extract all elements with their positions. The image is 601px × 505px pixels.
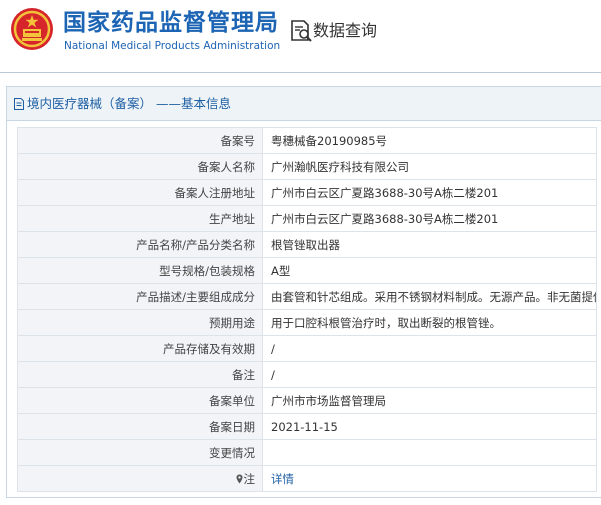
info-table: 备案号 粤穗械备20190985号 备案人名称 广州瀚帆医疗科技有限公司 备案人…: [17, 127, 597, 492]
table-row: 备案日期 2021-11-15: [17, 413, 597, 440]
field-label: 生产地址: [17, 205, 263, 232]
document-icon: [14, 98, 24, 110]
table-row: 型号规格/包装规格 A型: [17, 257, 597, 284]
field-value: /: [262, 335, 597, 362]
table-row: 变更情况: [17, 439, 597, 466]
field-value: 用于口腔科根管治疗时，取出断裂的根管锉。: [262, 309, 597, 336]
field-value: 根管锉取出器: [262, 231, 597, 258]
agency-name-en: National Medical Products Administration: [64, 40, 281, 52]
field-label: 备案号: [17, 127, 263, 154]
table-row: 备案号 粤穗械备20190985号: [17, 127, 597, 154]
table-row: 预期用途 用于口腔科根管治疗时，取出断裂的根管锉。: [17, 309, 597, 336]
field-label: 预期用途: [17, 309, 263, 336]
national-emblem-icon: [11, 8, 53, 50]
field-value: 广州市白云区广夏路3688-30号A栋二楼201: [262, 205, 597, 232]
table-row: 备案人注册地址 广州市白云区广夏路3688-30号A栋二楼201: [17, 179, 597, 206]
document-search-icon: [291, 20, 312, 42]
agency-name-cn: 国家药品监督管理局: [63, 10, 279, 36]
field-label: 产品存储及有效期: [17, 335, 263, 362]
field-label: 备注: [17, 361, 263, 388]
pin-icon: [236, 474, 242, 483]
field-value: 广州瀚帆医疗科技有限公司: [262, 153, 597, 180]
field-label: 变更情况: [17, 439, 263, 466]
field-value: /: [262, 361, 597, 388]
field-label: 备案日期: [17, 413, 263, 440]
table-row: 备案人名称 广州瀚帆医疗科技有限公司: [17, 153, 597, 180]
page-title: 数据查询: [313, 21, 378, 40]
field-value: [262, 439, 597, 466]
note-label: 注: [243, 471, 256, 486]
detail-panel: 境内医疗器械（备案） ——基本信息 备案号 粤穗械备20190985号 备案人名…: [6, 86, 601, 498]
field-value: 广州市白云区广夏路3688-30号A栋二楼201: [262, 179, 597, 206]
field-value: 由套管和针芯组成。采用不锈钢材料制成。无源产品。非无菌提供。: [262, 283, 597, 310]
field-label: 产品名称/产品分类名称: [17, 231, 263, 258]
table-row: 产品描述/主要组成成分 由套管和针芯组成。采用不锈钢材料制成。无源产品。非无菌提…: [17, 283, 597, 310]
field-label: 产品描述/主要组成成分: [17, 283, 263, 310]
site-header: 国家药品监督管理局 National Medical Products Admi…: [0, 0, 601, 73]
details-link[interactable]: 详情: [271, 472, 294, 486]
field-value: 粤穗械备20190985号: [262, 127, 597, 154]
field-label: 型号规格/包装规格: [17, 257, 263, 284]
table-row: 生产地址 广州市白云区广夏路3688-30号A栋二楼201: [17, 205, 597, 232]
field-label: 备案单位: [17, 387, 263, 414]
field-label: 备案人注册地址: [17, 179, 263, 206]
table-row: 备注 /: [17, 361, 597, 388]
field-value: 2021-11-15: [262, 413, 597, 440]
field-value: 广州市市场监督管理局: [262, 387, 597, 414]
panel-header: 境内医疗器械（备案） ——基本信息: [7, 87, 601, 121]
table-row: 产品名称/产品分类名称 根管锉取出器: [17, 231, 597, 258]
field-label: 备案人名称: [17, 153, 263, 180]
table-row: 注 详情: [17, 465, 597, 492]
panel-title: 境内医疗器械（备案） ——基本信息: [27, 96, 231, 111]
table-row: 产品存储及有效期 /: [17, 335, 597, 362]
field-value: A型: [262, 257, 597, 284]
table-row: 备案单位 广州市市场监督管理局: [17, 387, 597, 414]
field-value: 详情: [262, 465, 597, 492]
field-label-note: 注: [17, 465, 263, 492]
